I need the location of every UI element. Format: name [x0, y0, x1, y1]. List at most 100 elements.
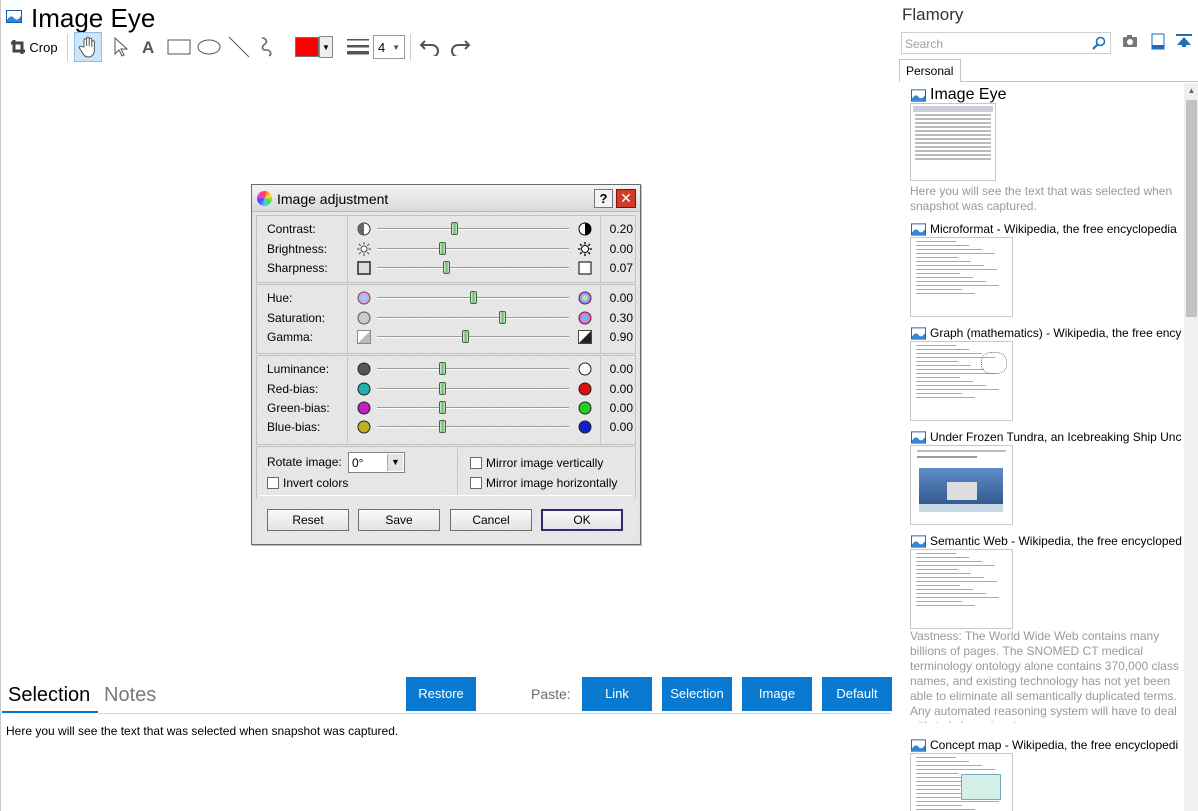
- line-width-button[interactable]: [345, 32, 371, 62]
- snapshot-thumbnail[interactable]: [910, 445, 1013, 525]
- tab-personal[interactable]: Personal: [899, 59, 961, 82]
- slider-thumb-red-bias[interactable]: [439, 382, 447, 395]
- search-input[interactable]: Search: [901, 32, 1111, 54]
- slider-track-saturation[interactable]: [377, 317, 569, 319]
- contrast-low-icon: [357, 222, 371, 236]
- snapshot-title[interactable]: Microformat - Wikipedia, the free encycl…: [930, 222, 1182, 236]
- freehand-tool-button[interactable]: [257, 32, 281, 62]
- slider-row: Blue-bias: 0.00: [257, 417, 637, 437]
- slider-track-gamma[interactable]: [377, 336, 569, 338]
- line-width-select[interactable]: 4 ▼: [373, 32, 405, 62]
- slider-value-sharpness: 0.07: [609, 261, 633, 275]
- snapshot-thumbnail[interactable]: [910, 549, 1013, 629]
- document-icon[interactable]: [1151, 33, 1165, 50]
- hand-tool-button[interactable]: [74, 32, 102, 62]
- color-wheel-icon: [257, 191, 272, 206]
- slider-thumb-blue-bias[interactable]: [439, 420, 447, 433]
- cancel-button[interactable]: Cancel: [450, 509, 532, 531]
- slider-label-brightness: Brightness:: [267, 242, 328, 256]
- camera-icon[interactable]: [1122, 34, 1138, 48]
- paste-default-button[interactable]: Default: [822, 677, 892, 711]
- reset-button[interactable]: Reset: [267, 509, 349, 531]
- search-placeholder: Search: [905, 37, 944, 51]
- slider-value-luminance: 0.00: [609, 362, 633, 376]
- line-width-value: 4: [378, 39, 386, 55]
- slider-thumb-sharpness[interactable]: [443, 261, 451, 274]
- snapshot-thumbnail[interactable]: [910, 237, 1013, 317]
- slider-track-red-bias[interactable]: [377, 388, 569, 390]
- slider-track-contrast[interactable]: [377, 228, 569, 230]
- slider-row: Saturation: 0.30: [257, 308, 637, 328]
- snapshot-thumbnail[interactable]: [910, 341, 1013, 421]
- app-title: Image Eye: [31, 3, 156, 33]
- dialog-title: Image adjustment: [277, 191, 389, 207]
- bias-group: Luminance: 0.00 Red-bias: 0.00 Green-bias: 0.…: [256, 355, 636, 445]
- crop-button[interactable]: Crop: [7, 32, 61, 62]
- slider-track-luminance[interactable]: [377, 368, 569, 370]
- snapshot-title[interactable]: Graph (mathematics) - Wikipedia, the fre…: [930, 326, 1182, 340]
- slider-track-sharpness[interactable]: [377, 267, 569, 269]
- restore-button[interactable]: Restore: [406, 677, 476, 711]
- dialog-body: Contrast: 0.20 Brightness: 0.00 Sharpness: 0.…: [254, 213, 638, 543]
- snapshot-title[interactable]: Semantic Web - Wikipedia, the free encyc…: [930, 534, 1182, 548]
- snapshot-description: Vastness: The World Wide Web contains ma…: [910, 629, 1179, 723]
- save-button[interactable]: Save: [358, 509, 440, 531]
- redo-button[interactable]: [447, 32, 473, 62]
- color-picker[interactable]: ▼: [294, 32, 334, 62]
- tab-selection[interactable]: Selection: [8, 684, 90, 707]
- slider-thumb-saturation[interactable]: [498, 311, 506, 324]
- line-tool-button[interactable]: [227, 32, 251, 62]
- pointer-tool-button[interactable]: [109, 32, 133, 62]
- slider-thumb-luminance[interactable]: [439, 362, 447, 375]
- slider-thumb-brightness[interactable]: [439, 242, 447, 255]
- undo-icon: [419, 40, 439, 56]
- paste-selection-button[interactable]: Selection: [662, 677, 732, 711]
- scroll-up-arrow[interactable]: ▲: [1184, 83, 1198, 98]
- brand-name: Flamory: [902, 5, 964, 24]
- slider-thumb-green-bias[interactable]: [439, 401, 447, 414]
- selection-text[interactable]: Here you will see the text that was sele…: [6, 724, 398, 738]
- snapshot-icon: [911, 327, 926, 340]
- tab-notes[interactable]: Notes: [104, 684, 156, 707]
- slider-row: Contrast: 0.20: [257, 219, 637, 239]
- ok-button[interactable]: OK: [541, 509, 623, 531]
- invert-colors-checkbox[interactable]: [267, 477, 279, 489]
- ellipse-tool-button[interactable]: [195, 32, 223, 62]
- paste-image-button[interactable]: Image: [742, 677, 812, 711]
- slider-track-blue-bias[interactable]: [377, 426, 569, 428]
- snapshot-title[interactable]: Image Eye: [930, 86, 1182, 104]
- undo-button[interactable]: [417, 32, 443, 62]
- color-group: Hue: 0.00 Saturation: 0.30 Gamma: 0.90: [256, 284, 636, 354]
- slider-track-brightness[interactable]: [377, 248, 569, 250]
- close-button[interactable]: ✕: [616, 189, 636, 208]
- slider-value-hue: 0.00: [609, 291, 633, 305]
- slider-value-red-bias: 0.00: [609, 382, 633, 396]
- slider-track-green-bias[interactable]: [377, 407, 569, 409]
- scroll-to-top-icon[interactable]: [1176, 34, 1192, 48]
- snapshot-thumbnail[interactable]: [910, 103, 996, 181]
- image-adjustment-dialog: Image adjustment ? ✕ Contrast: 0.20 Bright…: [251, 184, 641, 545]
- dialog-titlebar[interactable]: Image adjustment ? ✕: [252, 185, 640, 212]
- green-icon: [578, 401, 592, 415]
- rotate-select[interactable]: 0° ▼: [348, 452, 405, 473]
- toolbar: Crop A ▼ 4 ▼: [5, 32, 485, 62]
- paste-link-button[interactable]: Link: [582, 677, 652, 711]
- snapshot-title[interactable]: Concept map - Wikipedia, the free encycl…: [930, 738, 1182, 752]
- sharpness-low-icon: [357, 261, 371, 275]
- mirror-vertical-checkbox[interactable]: [470, 457, 482, 469]
- snapshot-title[interactable]: Under Frozen Tundra, an Icebreaking Ship…: [930, 430, 1182, 444]
- snapshot-thumbnail[interactable]: [910, 753, 1013, 811]
- red-icon: [578, 382, 592, 396]
- slider-thumb-contrast[interactable]: [450, 222, 458, 235]
- scrollbar-thumb[interactable]: [1186, 100, 1197, 317]
- mirror-horizontal-checkbox[interactable]: [470, 477, 482, 489]
- search-icon[interactable]: [1092, 36, 1106, 50]
- redo-icon: [451, 40, 471, 56]
- toolbar-divider: [410, 34, 411, 61]
- text-tool-button[interactable]: A: [137, 32, 161, 62]
- slider-thumb-gamma[interactable]: [462, 330, 470, 343]
- help-button[interactable]: ?: [594, 189, 613, 208]
- rectangle-tool-button[interactable]: [165, 32, 193, 62]
- slider-thumb-hue[interactable]: [470, 291, 477, 304]
- slider-value-gamma: 0.90: [609, 330, 633, 344]
